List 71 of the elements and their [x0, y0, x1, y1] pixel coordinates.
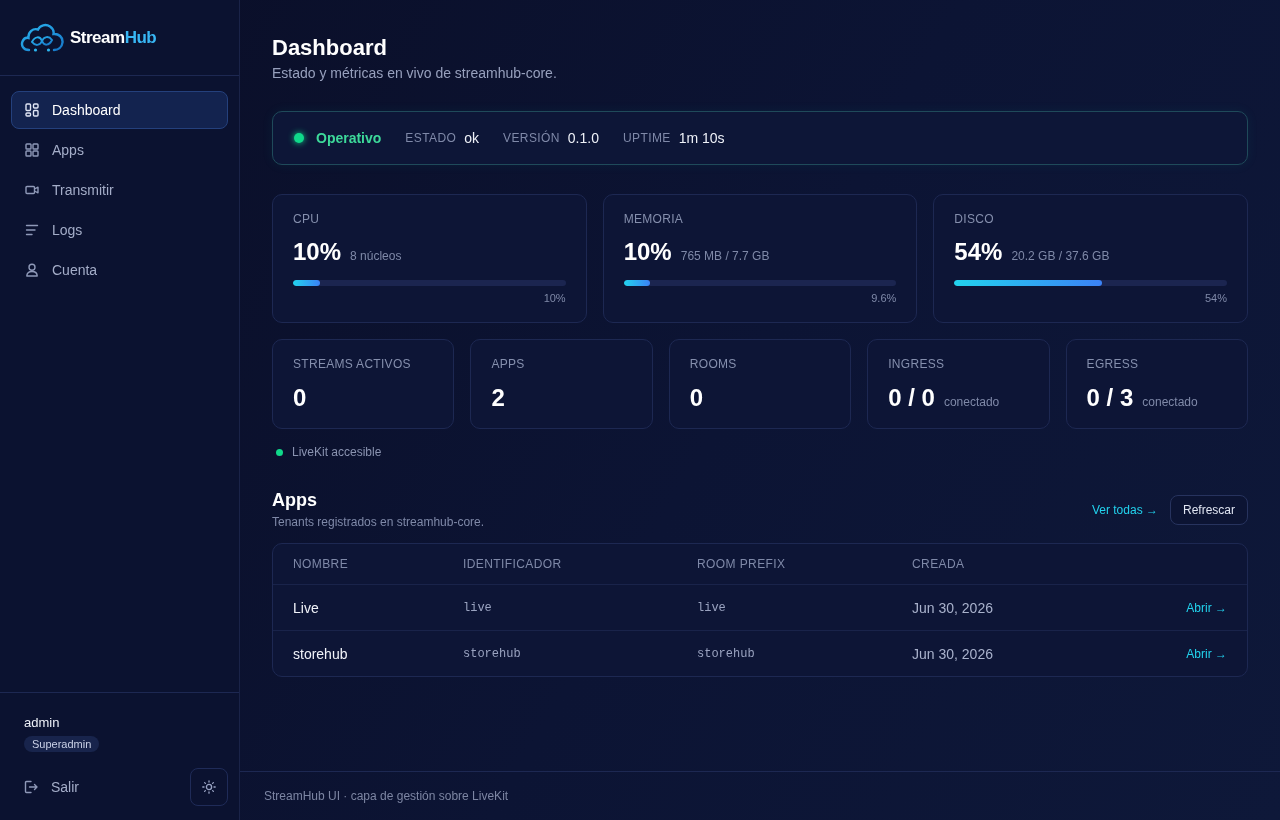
section-subtitle: Tenants registrados en streamhub-core.: [272, 514, 485, 530]
status-field-value: 0.1.0: [567, 130, 599, 146]
card-label: INGRESS: [888, 356, 946, 372]
table-cell-text: Jun 30, 2026: [912, 599, 994, 616]
page-title: Dashboard: [272, 35, 388, 61]
role-badge: Superadmin: [24, 736, 100, 752]
brand-name: StreamHub: [70, 27, 157, 48]
sun-icon: [202, 780, 216, 794]
card-value: 0 / 3: [1086, 384, 1134, 412]
usage-reading: 10%: [543, 291, 566, 305]
card-detail: conectado: [1142, 395, 1198, 409]
user-name: admin: [24, 715, 60, 730]
table-cell-text: Live: [293, 599, 320, 616]
open-link[interactable]: Abrir →: [1186, 600, 1227, 615]
card-label: STREAMS ACTIVOS: [293, 356, 412, 372]
footer-text: StreamHub UI · capa de gestión sobre LiveKit: [264, 789, 509, 803]
sidebar-item[interactable]: Logs: [11, 211, 228, 249]
page-subtitle: Estado y métricas en vivo de streamhub-core.: [272, 64, 558, 82]
status-field-label: VERSIÓN: [503, 131, 560, 145]
user-icon: [25, 263, 39, 277]
logout-link[interactable]: Salir: [24, 779, 79, 795]
layout-icon: [25, 103, 39, 117]
column-header: ROOM PREFIX: [697, 557, 787, 571]
usage-reading: 54%: [1204, 291, 1227, 305]
see-all-link[interactable]: Ver todas →: [1091, 502, 1158, 517]
card-label: DISCO: [954, 211, 995, 227]
table-cell-text: live: [463, 600, 493, 615]
card-value: 0 / 0: [888, 384, 935, 412]
sidebar-item[interactable]: Apps: [11, 131, 228, 169]
logout-icon: [24, 780, 38, 794]
card-value: 2: [491, 384, 505, 412]
status-field-label: UPTIME: [622, 131, 671, 145]
card-label: CPU: [293, 211, 321, 227]
card-detail: 20.2 GB / 37.6 GB: [1011, 249, 1110, 263]
column-header: IDENTIFICADOR: [463, 557, 563, 571]
table-cell-text: storehub: [697, 646, 756, 661]
status-field-value: 1m 10s: [678, 130, 725, 146]
list-lines-icon: [25, 223, 39, 237]
theme-toggle-button[interactable]: [190, 768, 228, 806]
section-title: Apps: [272, 489, 318, 511]
card-value: 0: [689, 384, 704, 412]
status-field-value: ok: [464, 130, 479, 146]
sidebar-item[interactable]: Transmitir: [11, 171, 228, 209]
livekit-status: LiveKit accesible: [292, 445, 382, 459]
card-value: 10%: [623, 238, 672, 266]
grid-icon: [25, 143, 39, 157]
table-cell-text: live: [697, 600, 727, 615]
table-cell-text: storehub: [463, 646, 522, 661]
card-detail: 765 MB / 7.7 GB: [680, 249, 770, 263]
card-detail: conectado: [943, 395, 1000, 409]
card-label: MEMORIA: [623, 211, 685, 227]
card-value: 54%: [954, 238, 1003, 266]
sidebar-item[interactable]: Dashboard: [11, 91, 228, 129]
cloud-logo-icon: [20, 22, 64, 53]
refresh-button[interactable]: Refrescar: [1170, 494, 1248, 525]
table-cell-text: storehub: [293, 645, 349, 662]
card-label: EGRESS: [1086, 356, 1140, 372]
video-camera-icon: [25, 183, 39, 197]
card-value: 0: [293, 384, 307, 412]
card-detail: 8 núcleos: [350, 249, 402, 263]
column-header: NOMBRE: [293, 557, 350, 571]
card-label: ROOMS: [689, 356, 738, 372]
usage-reading: 9.6%: [871, 291, 897, 305]
sidebar-item[interactable]: Cuenta: [11, 251, 228, 289]
open-link[interactable]: Abrir →: [1186, 646, 1227, 661]
status-field-label: ESTADO: [405, 131, 457, 145]
status-label: Operativo: [316, 130, 382, 146]
card-label: APPS: [491, 356, 526, 372]
table-cell-text: Jun 30, 2026: [912, 645, 994, 662]
column-header: CREADA: [912, 557, 966, 571]
card-value: 10%: [293, 238, 342, 266]
